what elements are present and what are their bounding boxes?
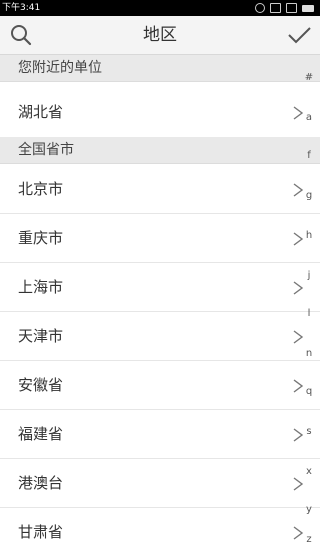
chevron-right-icon — [293, 281, 304, 295]
index-letter[interactable]: y — [302, 504, 316, 516]
alarm-icon — [255, 3, 265, 13]
page-title: 地区 — [143, 25, 177, 45]
list-item[interactable]: 上海市 — [0, 263, 320, 311]
list-item[interactable]: 重庆市 — [0, 214, 320, 262]
checkmark-icon — [288, 27, 311, 44]
index-letter[interactable]: z — [302, 534, 316, 546]
list-item[interactable]: 安徽省 — [0, 361, 320, 409]
index-letter[interactable]: a — [302, 112, 316, 124]
section-title-all: 全国省市 — [18, 142, 74, 158]
section-header-nearby: 您附近的单位 — [0, 55, 320, 82]
index-letter[interactable]: n — [302, 348, 316, 360]
list-item-label: 上海市 — [18, 278, 64, 296]
list-item-label: 北京市 — [18, 180, 64, 198]
index-letter[interactable]: f — [302, 150, 316, 162]
list-item-label: 甘肃省 — [18, 523, 64, 541]
list-item-label: 重庆市 — [18, 229, 64, 247]
chevron-right-icon — [293, 330, 304, 344]
list-item[interactable]: 湖北省 — [0, 88, 320, 136]
list-item-label: 安徽省 — [18, 376, 64, 394]
index-letter[interactable]: h — [302, 230, 316, 242]
search-button[interactable] — [6, 20, 36, 50]
list-item[interactable]: 北京市 — [0, 165, 320, 213]
index-letter[interactable]: l — [302, 308, 316, 320]
index-letter[interactable]: # — [302, 72, 316, 84]
status-bar: 下午3:41 — [0, 0, 320, 16]
index-letter[interactable]: x — [302, 466, 316, 478]
list-item[interactable]: 港澳台 — [0, 459, 320, 507]
wifi-icon — [286, 3, 297, 13]
search-icon — [11, 25, 32, 46]
section-title-nearby: 您附近的单位 — [18, 60, 102, 76]
list-item-label: 福建省 — [18, 425, 64, 443]
status-icons — [255, 2, 314, 14]
chevron-right-icon — [293, 477, 304, 491]
index-letter[interactable]: s — [302, 426, 316, 438]
list-item-label: 天津市 — [18, 327, 64, 345]
status-time: 下午3:41 — [2, 3, 41, 13]
index-letter[interactable]: g — [302, 190, 316, 202]
signal-icon — [270, 3, 281, 13]
list-item[interactable]: 福建省 — [0, 410, 320, 458]
section-header-all: 全国省市 — [0, 137, 320, 164]
list-item[interactable]: 天津市 — [0, 312, 320, 360]
index-letter[interactable]: j — [302, 270, 316, 282]
index-letter[interactable]: q — [302, 386, 316, 398]
list-item-label: 湖北省 — [18, 103, 64, 121]
header: 地区 — [0, 16, 320, 55]
confirm-button[interactable] — [284, 20, 314, 50]
list-item[interactable]: 甘肃省 — [0, 508, 320, 548]
list-item-label: 港澳台 — [18, 474, 64, 492]
battery-icon — [302, 4, 314, 12]
